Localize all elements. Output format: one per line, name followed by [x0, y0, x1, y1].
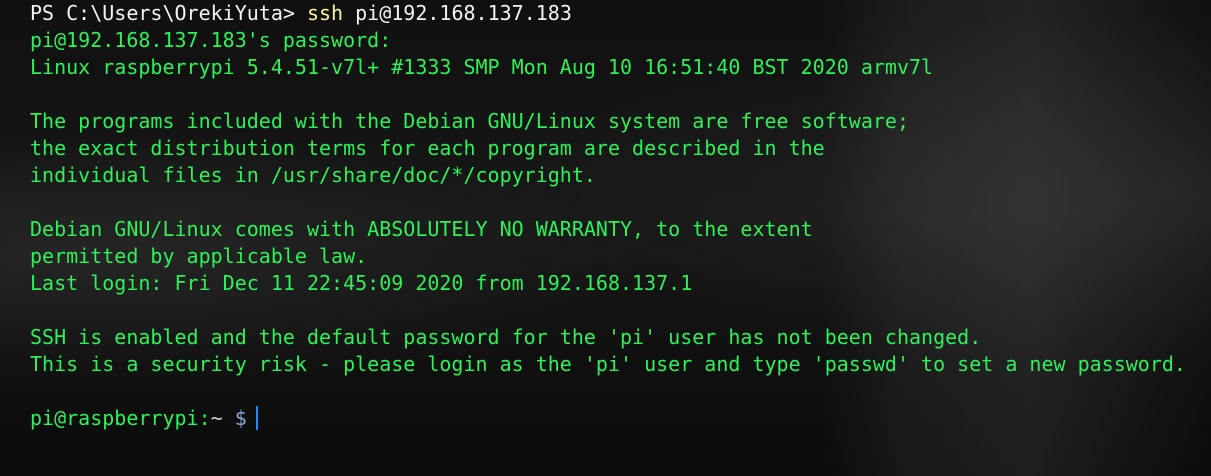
license-line: individual files in /usr/share/doc/*/cop… — [30, 163, 596, 187]
powershell-command-line: PS C:\Users\OrekiYuta> ssh pi@192.168.13… — [30, 0, 1200, 27]
last-login-line: Last login: Fri Dec 11 22:45:09 2020 fro… — [30, 271, 693, 295]
prompt-symbol: $ — [234, 406, 247, 430]
security-warning-line: This is a security risk - please login a… — [30, 352, 1186, 376]
ssh-target: pi@192.168.137.183 — [355, 1, 572, 25]
warranty-line: Debian GNU/Linux comes with ABSOLUTELY N… — [30, 217, 813, 241]
terminal-content: PS C:\Users\OrekiYuta> ssh pi@192.168.13… — [30, 0, 1200, 432]
uname-line: Linux raspberrypi 5.4.51-v7l+ #1333 SMP … — [30, 55, 934, 79]
ssh-command: ssh — [306, 1, 344, 25]
powershell-prompt: PS C:\Users\OrekiYuta> — [30, 1, 295, 25]
license-line: The programs included with the Debian GN… — [30, 109, 909, 133]
prompt-user-host: pi@raspberrypi — [30, 406, 199, 430]
warranty-line: permitted by applicable law. — [30, 244, 368, 268]
prompt-directory: ~ — [210, 406, 223, 430]
shell-prompt-line[interactable]: pi@raspberrypi:~ $ — [30, 405, 1200, 432]
password-prompt-line: pi@192.168.137.183's password: — [30, 28, 392, 52]
prompt-separator: : — [198, 406, 211, 430]
terminal-window[interactable]: PS C:\Users\OrekiYuta> ssh pi@192.168.13… — [0, 0, 1211, 476]
license-line: the exact distribution terms for each pr… — [30, 136, 825, 160]
text-cursor — [255, 406, 258, 430]
security-warning-line: SSH is enabled and the default password … — [30, 325, 982, 349]
